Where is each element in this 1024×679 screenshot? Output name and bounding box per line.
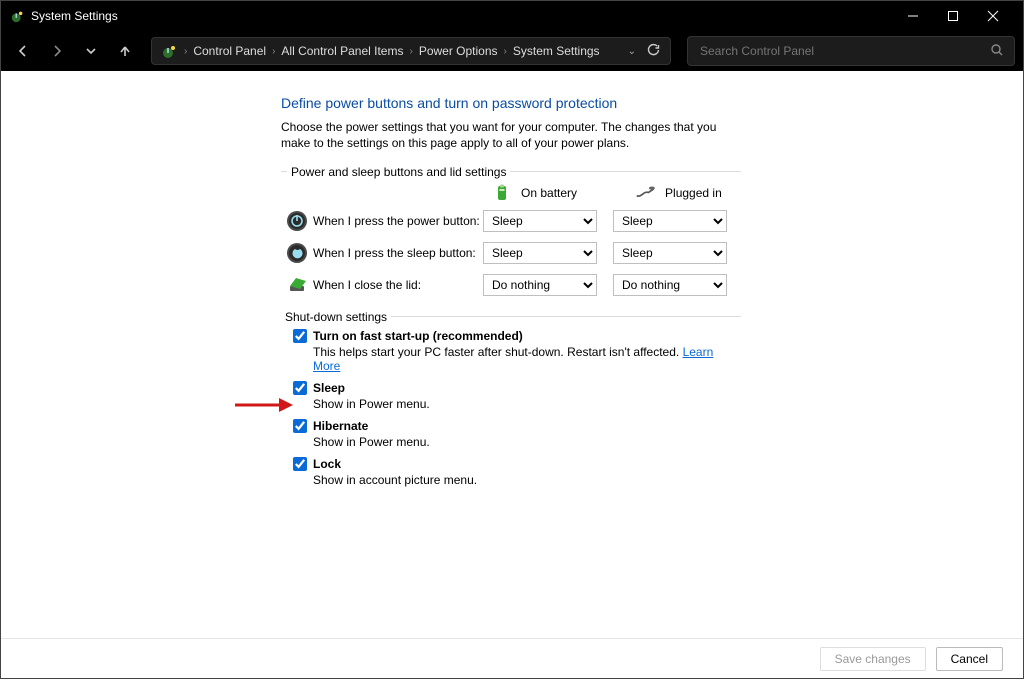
power-plugged-select[interactable]: Sleep: [613, 210, 727, 232]
battery-icon: [491, 184, 513, 202]
refresh-button[interactable]: [646, 43, 660, 60]
power-button-row: When I press the power button: Sleep Sle…: [281, 210, 741, 232]
settings-panel: Define power buttons and turn on passwor…: [281, 95, 741, 487]
section-label: Power and sleep buttons and lid settings: [287, 165, 510, 179]
power-sleep-lid-section: Power and sleep buttons and lid settings…: [281, 165, 741, 296]
breadcrumb-item[interactable]: All Control Panel Items: [281, 44, 403, 58]
laptop-lid-icon: [286, 274, 308, 296]
window: System Settings › Control Panel › All Co…: [0, 0, 1024, 679]
sleep-battery-select[interactable]: Sleep: [483, 242, 597, 264]
cancel-button[interactable]: Cancel: [936, 647, 1003, 671]
lid-battery-select[interactable]: Do nothing: [483, 274, 597, 296]
power-options-icon: [11, 9, 25, 23]
sleep-item: Sleep Show in Power menu.: [293, 381, 741, 411]
fast-startup-checkbox[interactable]: [293, 329, 307, 343]
item-label: Hibernate: [313, 419, 368, 433]
item-label: Sleep: [313, 381, 345, 395]
chevron-right-icon: ›: [272, 46, 275, 57]
breadcrumb-item[interactable]: Control Panel: [193, 44, 266, 58]
col-label: Plugged in: [665, 186, 722, 200]
breadcrumb-item[interactable]: Power Options: [419, 44, 498, 58]
plugged-in-header: Plugged in: [635, 184, 722, 202]
lid-plugged-select[interactable]: Do nothing: [613, 274, 727, 296]
sleep-checkbox[interactable]: [293, 381, 307, 395]
lock-checkbox[interactable]: [293, 457, 307, 471]
window-title: System Settings: [31, 9, 118, 23]
power-options-icon: [162, 43, 178, 59]
hibernate-checkbox[interactable]: [293, 419, 307, 433]
page-description: Choose the power settings that you want …: [281, 119, 741, 151]
shutdown-settings-section: Shut-down settings Turn on fast start-up…: [281, 310, 741, 487]
save-changes-button[interactable]: Save changes: [820, 647, 926, 671]
plug-icon: [635, 184, 657, 202]
section-label: Shut-down settings: [281, 310, 391, 324]
item-sub: Show in account picture menu.: [313, 473, 741, 487]
on-battery-header: On battery: [491, 184, 577, 202]
search-box[interactable]: [687, 36, 1015, 66]
hibernate-item: Hibernate Show in Power menu.: [293, 419, 741, 449]
row-label: When I close the lid:: [313, 278, 483, 292]
maximize-button[interactable]: [933, 1, 973, 31]
search-input[interactable]: [698, 43, 990, 59]
close-button[interactable]: [973, 1, 1013, 31]
recent-button[interactable]: [77, 37, 105, 65]
chevron-right-icon: ›: [184, 46, 187, 57]
forward-button[interactable]: [43, 37, 71, 65]
power-battery-select[interactable]: Sleep: [483, 210, 597, 232]
navbar: › Control Panel › All Control Panel Item…: [1, 31, 1023, 71]
breadcrumb[interactable]: › Control Panel › All Control Panel Item…: [151, 37, 671, 65]
item-label: Turn on fast start-up (recommended): [313, 329, 523, 343]
search-icon: [990, 43, 1004, 60]
titlebar-left: System Settings: [11, 9, 118, 23]
item-sub: This helps start your PC faster after sh…: [313, 345, 741, 373]
item-sub: Show in Power menu.: [313, 397, 741, 411]
breadcrumb-item[interactable]: System Settings: [513, 44, 600, 58]
sleep-plugged-select[interactable]: Sleep: [613, 242, 727, 264]
chevron-right-icon: ›: [409, 46, 412, 57]
back-button[interactable]: [9, 37, 37, 65]
window-controls: [893, 1, 1013, 31]
lid-row: When I close the lid: Do nothing Do noth…: [281, 274, 741, 296]
fast-startup-item: Turn on fast start-up (recommended) This…: [293, 329, 741, 373]
chevron-down-icon[interactable]: ⌄: [628, 46, 636, 57]
content-area: Define power buttons and turn on passwor…: [1, 71, 1023, 638]
col-label: On battery: [521, 186, 577, 200]
column-headers: On battery Plugged in: [491, 184, 741, 202]
titlebar: System Settings: [1, 1, 1023, 31]
power-button-icon: [286, 210, 308, 232]
row-label: When I press the power button:: [313, 214, 483, 228]
sleep-button-icon: [286, 242, 308, 264]
chevron-right-icon: ›: [504, 46, 507, 57]
item-sub: Show in Power menu.: [313, 435, 741, 449]
lock-item: Lock Show in account picture menu.: [293, 457, 741, 487]
sleep-button-row: When I press the sleep button: Sleep Sle…: [281, 242, 741, 264]
footer: Save changes Cancel: [1, 638, 1023, 678]
item-label: Lock: [313, 457, 341, 471]
row-label: When I press the sleep button:: [313, 246, 483, 260]
page-title: Define power buttons and turn on passwor…: [281, 95, 741, 111]
minimize-button[interactable]: [893, 1, 933, 31]
up-button[interactable]: [111, 37, 139, 65]
